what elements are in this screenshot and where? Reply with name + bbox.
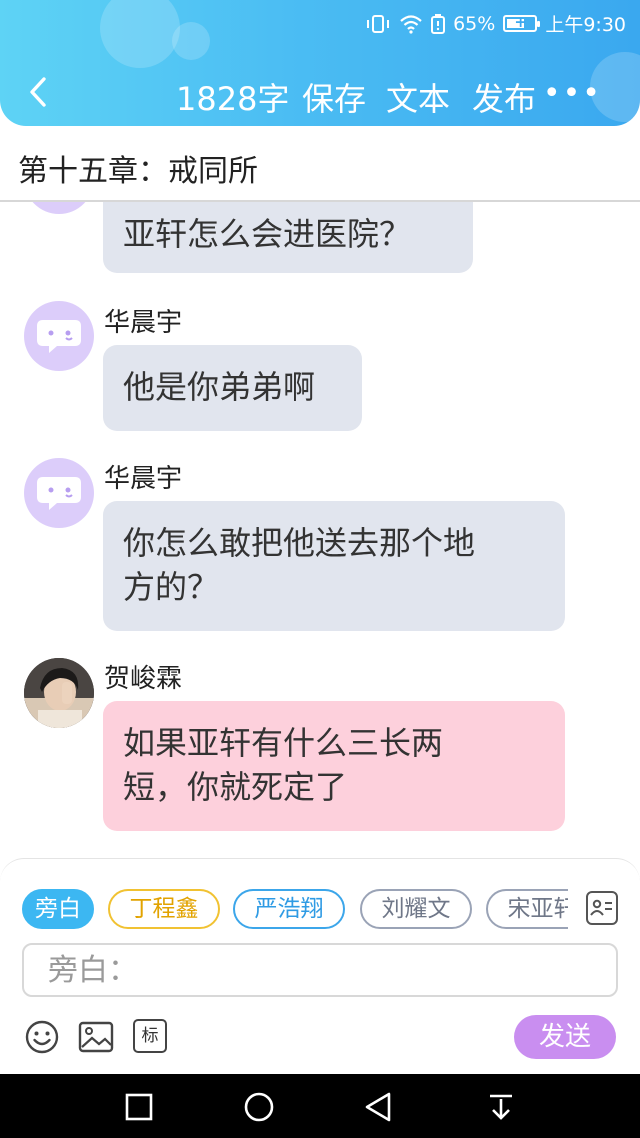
clock: 上午9:30 — [545, 14, 626, 36]
back-nav-icon[interactable] — [362, 1090, 396, 1124]
sender-name: 华晨宇 — [104, 308, 183, 338]
message-bubble[interactable]: 你怎么敢把他送去那个地 方的？ — [103, 501, 565, 631]
chat-area[interactable]: 亚轩怎么会进医院？ 华晨宇 他是你弟弟啊 华晨宇 你怎么敢把他送去那个地 方的？ — [0, 202, 640, 857]
word-count: 1828字 — [176, 80, 290, 118]
save-button[interactable]: 保存 — [302, 74, 366, 120]
message-text-line: 如果亚轩有什么三长两 — [123, 724, 444, 762]
contacts-button[interactable] — [586, 891, 618, 925]
publish-button[interactable]: 发布 — [472, 74, 536, 120]
wifi-icon — [400, 14, 422, 34]
back-button[interactable] — [20, 72, 56, 112]
home-icon[interactable] — [242, 1090, 276, 1124]
role-chip-label: 刘耀文 — [381, 896, 451, 922]
message-text: 他是你弟弟啊 — [123, 368, 316, 406]
message-text-line: 你怎么敢把他送去那个地 — [123, 524, 476, 562]
contacts-icon — [590, 899, 612, 916]
status-bar: 65% + 上午9:30 — [0, 0, 640, 44]
tag-label: 标 — [141, 1026, 159, 1046]
sender-name: 华晨宇 — [104, 464, 183, 494]
input-panel: 旁白 丁程鑫 严浩翔 刘耀文 宋亚轩 — [0, 858, 640, 1074]
role-chip-label: 旁白 — [35, 896, 81, 922]
emoji-icon — [25, 1020, 59, 1054]
emoji-button[interactable] — [24, 1019, 60, 1059]
role-chip[interactable]: 刘耀文 — [360, 889, 472, 929]
chapter-bar: 第十五章：戒同所 — [0, 126, 640, 202]
message-bubble[interactable]: 亚轩怎么会进医院？ — [103, 202, 473, 273]
chat-bubble-icon — [37, 477, 81, 510]
avatar[interactable] — [24, 658, 94, 728]
role-chip[interactable]: 丁程鑫 — [108, 889, 220, 929]
chevron-left-icon — [30, 77, 46, 107]
message-bubble[interactable]: 如果亚轩有什么三长两 短，你就死定了 — [103, 701, 565, 831]
chapter-title[interactable]: 第十五章：戒同所 — [18, 146, 258, 190]
battery-charging-icon: + — [503, 13, 541, 32]
app-header: 65% + 上午9:30 1828字 保存 文本 发布 ••• — [0, 0, 640, 126]
notification-pull-icon[interactable] — [484, 1090, 518, 1124]
text-button[interactable]: 文本 — [386, 74, 450, 120]
vibrate-icon — [367, 14, 390, 33]
role-chip[interactable]: 严浩翔 — [233, 889, 345, 929]
nav-bar: 1828字 保存 文本 发布 ••• — [0, 62, 640, 122]
role-chip-narration[interactable]: 旁白 — [22, 889, 94, 929]
role-chip-label: 严浩翔 — [254, 896, 324, 922]
battery-percent: 65% — [453, 12, 496, 35]
message-input-box[interactable] — [22, 943, 618, 997]
role-chip[interactable]: 宋亚轩 — [486, 889, 568, 929]
role-chip-label: 丁程鑫 — [129, 896, 199, 922]
avatar[interactable] — [24, 301, 94, 371]
send-button[interactable]: 发送 — [514, 1015, 616, 1059]
tag-button[interactable]: 标 — [133, 1019, 167, 1053]
image-icon — [78, 1021, 114, 1053]
user-photo — [24, 658, 94, 728]
avatar[interactable] — [24, 202, 94, 214]
chat-bubble-icon — [37, 320, 81, 353]
recent-apps-icon[interactable] — [122, 1090, 156, 1124]
battery-saver-icon — [431, 13, 446, 34]
role-selector[interactable]: 旁白 丁程鑫 严浩翔 刘耀文 宋亚轩 — [22, 889, 568, 931]
image-button[interactable] — [78, 1019, 114, 1059]
message-text: 亚轩怎么会进医院？ — [123, 215, 412, 253]
message-bubble[interactable]: 他是你弟弟啊 — [103, 345, 362, 431]
system-nav-bar — [0, 1074, 640, 1138]
message-input[interactable] — [24, 945, 616, 995]
avatar[interactable] — [24, 458, 94, 528]
message-text-line: 短，你就死定了 — [123, 768, 348, 806]
role-chip-label: 宋亚轩 — [507, 896, 569, 922]
message-text-line: 方的？ — [123, 568, 220, 606]
sender-name: 贺峻霖 — [104, 664, 183, 694]
more-button[interactable]: ••• — [543, 76, 602, 111]
